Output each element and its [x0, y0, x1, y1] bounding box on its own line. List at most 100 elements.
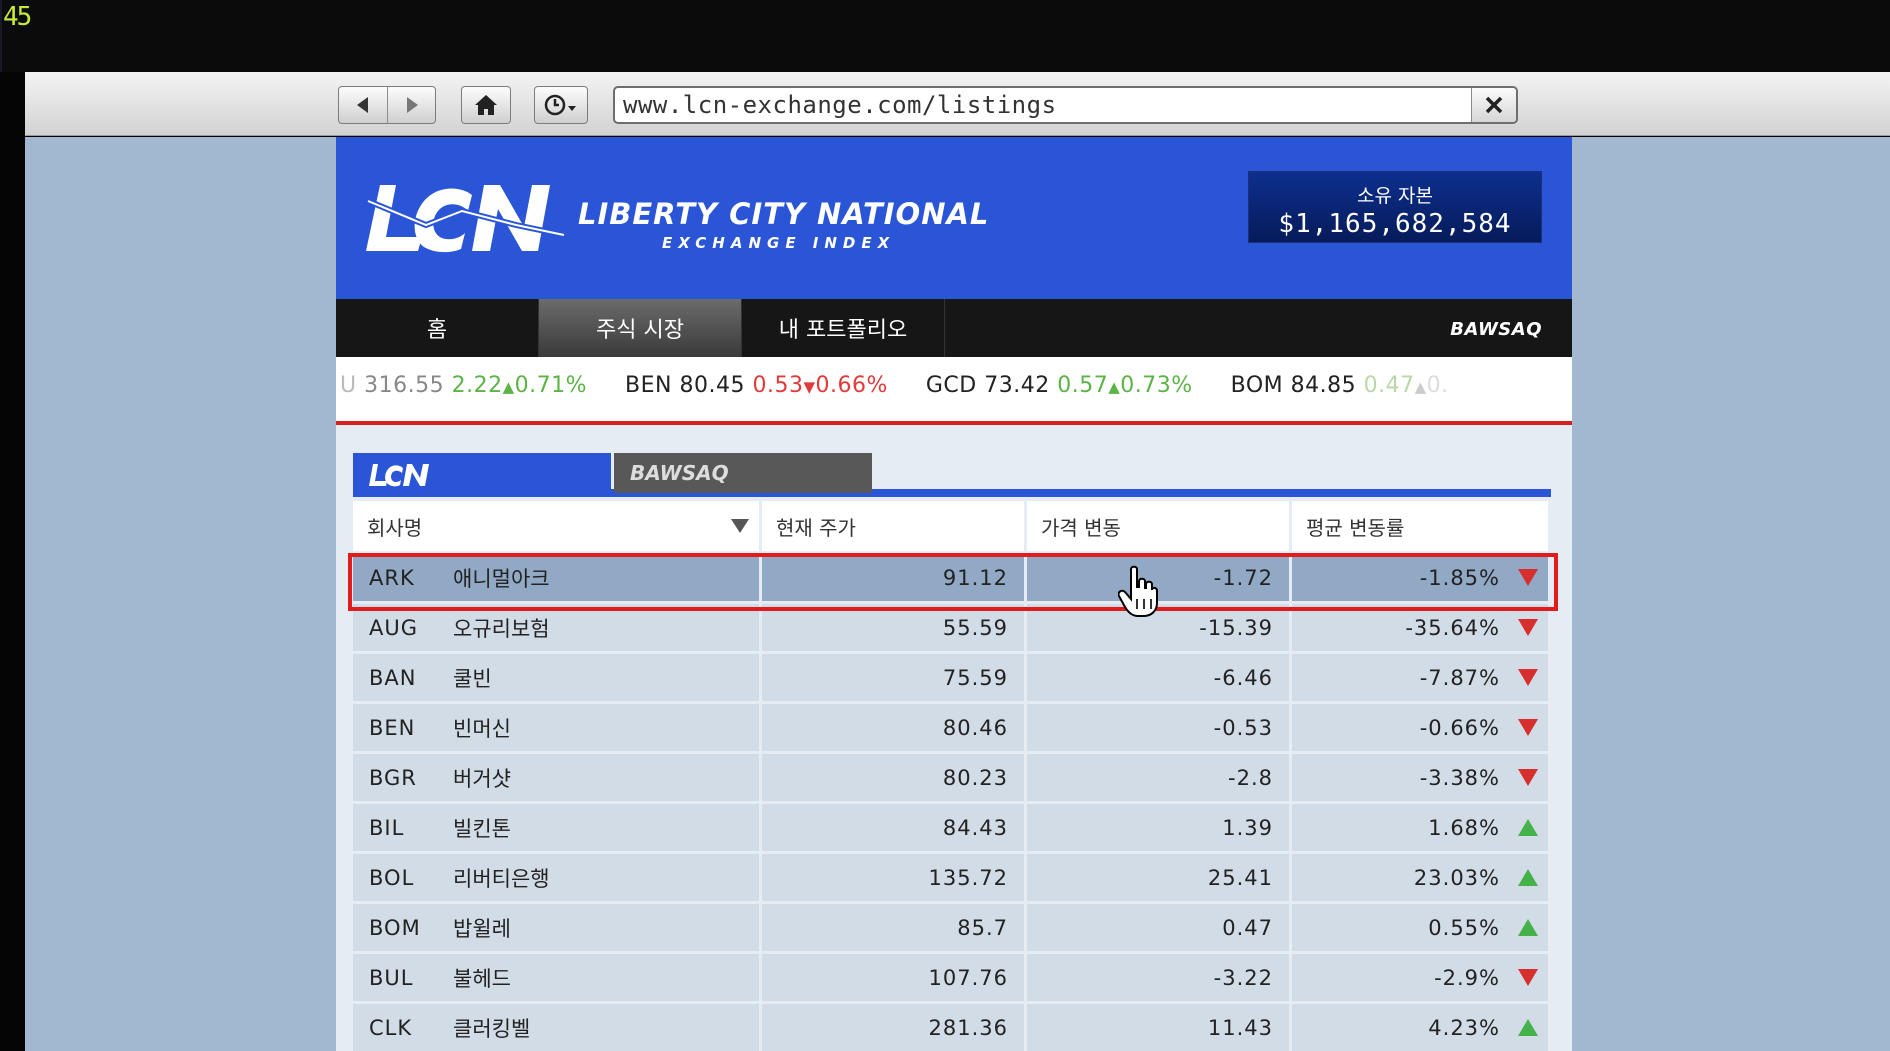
tab-lcn[interactable] [353, 453, 611, 497]
cell-price: 80.46 [762, 704, 1027, 751]
stock-symbol: BOL [369, 865, 415, 890]
lcn-logo[interactable] [366, 181, 566, 253]
header-change[interactable]: 가격 변동 [1027, 501, 1292, 551]
arrow-down-icon: ▼ [803, 378, 816, 396]
close-button[interactable] [1471, 88, 1516, 122]
top-black-bar [0, 0, 1890, 72]
arrow-up-icon: ▲ [1108, 378, 1121, 396]
cell-price: 85.7 [762, 904, 1027, 951]
cell-price: 91.12 [762, 554, 1027, 601]
company-name: 빈머신 [453, 716, 511, 741]
home-icon [475, 95, 497, 115]
history-nav-group [338, 86, 436, 124]
fps-counter: 45 [3, 2, 32, 32]
lcn-tab-logo [369, 464, 429, 487]
cell-change: -1.72 [1027, 554, 1292, 601]
table-row[interactable]: BEN 빈머신 80.46 -0.53 -0.66% [353, 704, 1551, 751]
sort-down-icon[interactable] [731, 519, 749, 533]
cell-price: 84.43 [762, 804, 1027, 851]
header-price[interactable]: 현재 주가 [762, 501, 1027, 551]
ticker-price: 316.55 [364, 373, 445, 398]
ticker-price: 80.45 [679, 373, 745, 398]
table-row[interactable]: BOM 밥윌레 85.7 0.47 0.55% [353, 904, 1551, 951]
nav-tab-portfolio[interactable]: 내 포트폴리오 [742, 299, 945, 357]
header-company[interactable]: 회사명 [353, 501, 762, 551]
ticker-symbol: BOM [1230, 373, 1284, 398]
avg-change-value: -3.38% [1419, 765, 1500, 790]
cell-price: 135.72 [762, 854, 1027, 901]
trend-down-icon [1518, 969, 1538, 986]
address-bar[interactable]: www.lcn-exchange.com/listings [613, 86, 1518, 124]
trend-up-icon [1518, 919, 1538, 936]
trend-up-icon [1518, 1019, 1538, 1036]
cell-avg-change: 4.23% [1292, 1004, 1551, 1051]
ticker-symbol: U [340, 373, 357, 398]
cell-avg-change: -0.66% [1292, 704, 1551, 751]
cell-avg-change: -2.9% [1292, 954, 1551, 1001]
ticker-item: GCD 73.42 0.57▲0.73% [926, 373, 1193, 398]
url-text[interactable]: www.lcn-exchange.com/listings [615, 91, 1471, 119]
cell-company: BIL 빌킨톤 [353, 804, 762, 851]
ticker-price: 73.42 [984, 373, 1050, 398]
company-name: 빌킨톤 [453, 816, 511, 841]
avg-change-value: -35.64% [1405, 615, 1500, 640]
avg-change-value: -0.66% [1419, 715, 1500, 740]
ticker-change: 0.53 [752, 373, 804, 398]
cell-company: BEN 빈머신 [353, 704, 762, 751]
table-row[interactable]: CLK 클러킹벨 281.36 11.43 4.23% [353, 1004, 1551, 1051]
cell-avg-change: -3.38% [1292, 754, 1551, 801]
cell-avg-change: -35.64% [1292, 604, 1551, 651]
table-row[interactable]: BAN 쿨빈 75.59 -6.46 -7.87% [353, 654, 1551, 701]
ticker-item: BOM 84.85 0.47▲0. [1231, 373, 1449, 398]
trend-down-icon [1518, 569, 1538, 586]
cell-change: -6.46 [1027, 654, 1292, 701]
cell-price: 55.59 [762, 604, 1027, 651]
trend-down-icon [1518, 769, 1538, 786]
company-name: 밥윌레 [453, 916, 511, 941]
cell-price: 281.36 [762, 1004, 1027, 1051]
brand-subtitle: EXCHANGE INDEX [662, 234, 896, 252]
table-row[interactable]: BIL 빌킨톤 84.43 1.39 1.68% [353, 804, 1551, 851]
trend-down-icon [1518, 669, 1538, 686]
ticker-percent: 0. [1426, 373, 1449, 398]
company-name: 쿨빈 [453, 666, 492, 691]
stock-table: 회사명 현재 주가 가격 변동 평균 변동률 ARK 애니멀아크 91.12 -1.7… [353, 501, 1551, 1051]
ticker-symbol: BEN [625, 373, 672, 398]
company-name: 오규리보험 [453, 616, 550, 641]
home-button-inner [462, 87, 510, 123]
avg-change-value: 0.55% [1428, 915, 1500, 940]
table-row[interactable]: ARK 애니멀아크 91.12 -1.72 -1.85% [353, 554, 1551, 601]
stock-symbol: AUG [369, 615, 419, 640]
cell-avg-change: -1.85% [1292, 554, 1551, 601]
history-button[interactable] [534, 86, 588, 124]
forward-arrow-icon [406, 97, 418, 113]
tab-bawsaq[interactable]: BAWSAQ [614, 453, 872, 493]
table-body: ARK 애니멀아크 91.12 -1.72 -1.85% AUG 오규리보험 55.59 -15… [353, 554, 1551, 1051]
ticker-change: 0.47 [1363, 373, 1415, 398]
arrow-up-icon: ▲ [502, 378, 515, 396]
trend-down-icon [1518, 719, 1538, 736]
cell-company: ARK 애니멀아크 [353, 554, 762, 601]
trend-up-icon [1518, 869, 1538, 886]
company-name: 버거샷 [453, 766, 511, 791]
table-row[interactable]: AUG 오규리보험 55.59 -15.39 -35.64% [353, 604, 1551, 651]
home-button[interactable] [461, 86, 511, 124]
table-row[interactable]: BOL 리버티은행 135.72 25.41 23.03% [353, 854, 1551, 901]
nav-tab-home[interactable]: 홈 [336, 299, 539, 357]
table-row[interactable]: BGR 버거샷 80.23 -2.8 -3.38% [353, 754, 1551, 801]
table-row[interactable]: BUL 불헤드 107.76 -3.22 -2.9% [353, 954, 1551, 1001]
cell-company: BOL 리버티은행 [353, 854, 762, 901]
nav-tab-market[interactable]: 주식 시장 [539, 299, 742, 357]
clock-icon [544, 94, 576, 116]
header-avg-change[interactable]: 평균 변동률 [1292, 501, 1551, 551]
ticker-strip: U 316.55 2.22▲0.71% BEN 80.45 0.53▼0.66% G… [340, 373, 1487, 398]
avg-change-value: 1.68% [1428, 815, 1500, 840]
avg-change-value: -1.85% [1419, 565, 1500, 590]
forward-button[interactable] [387, 87, 435, 123]
back-arrow-icon [357, 97, 368, 113]
bawsaq-nav-link[interactable]: BAWSAQ [1450, 319, 1542, 340]
cell-change: -3.22 [1027, 954, 1292, 1001]
back-button[interactable] [339, 87, 387, 123]
left-edge [0, 72, 25, 1051]
exchange-tabs: BAWSAQ [353, 453, 1551, 497]
